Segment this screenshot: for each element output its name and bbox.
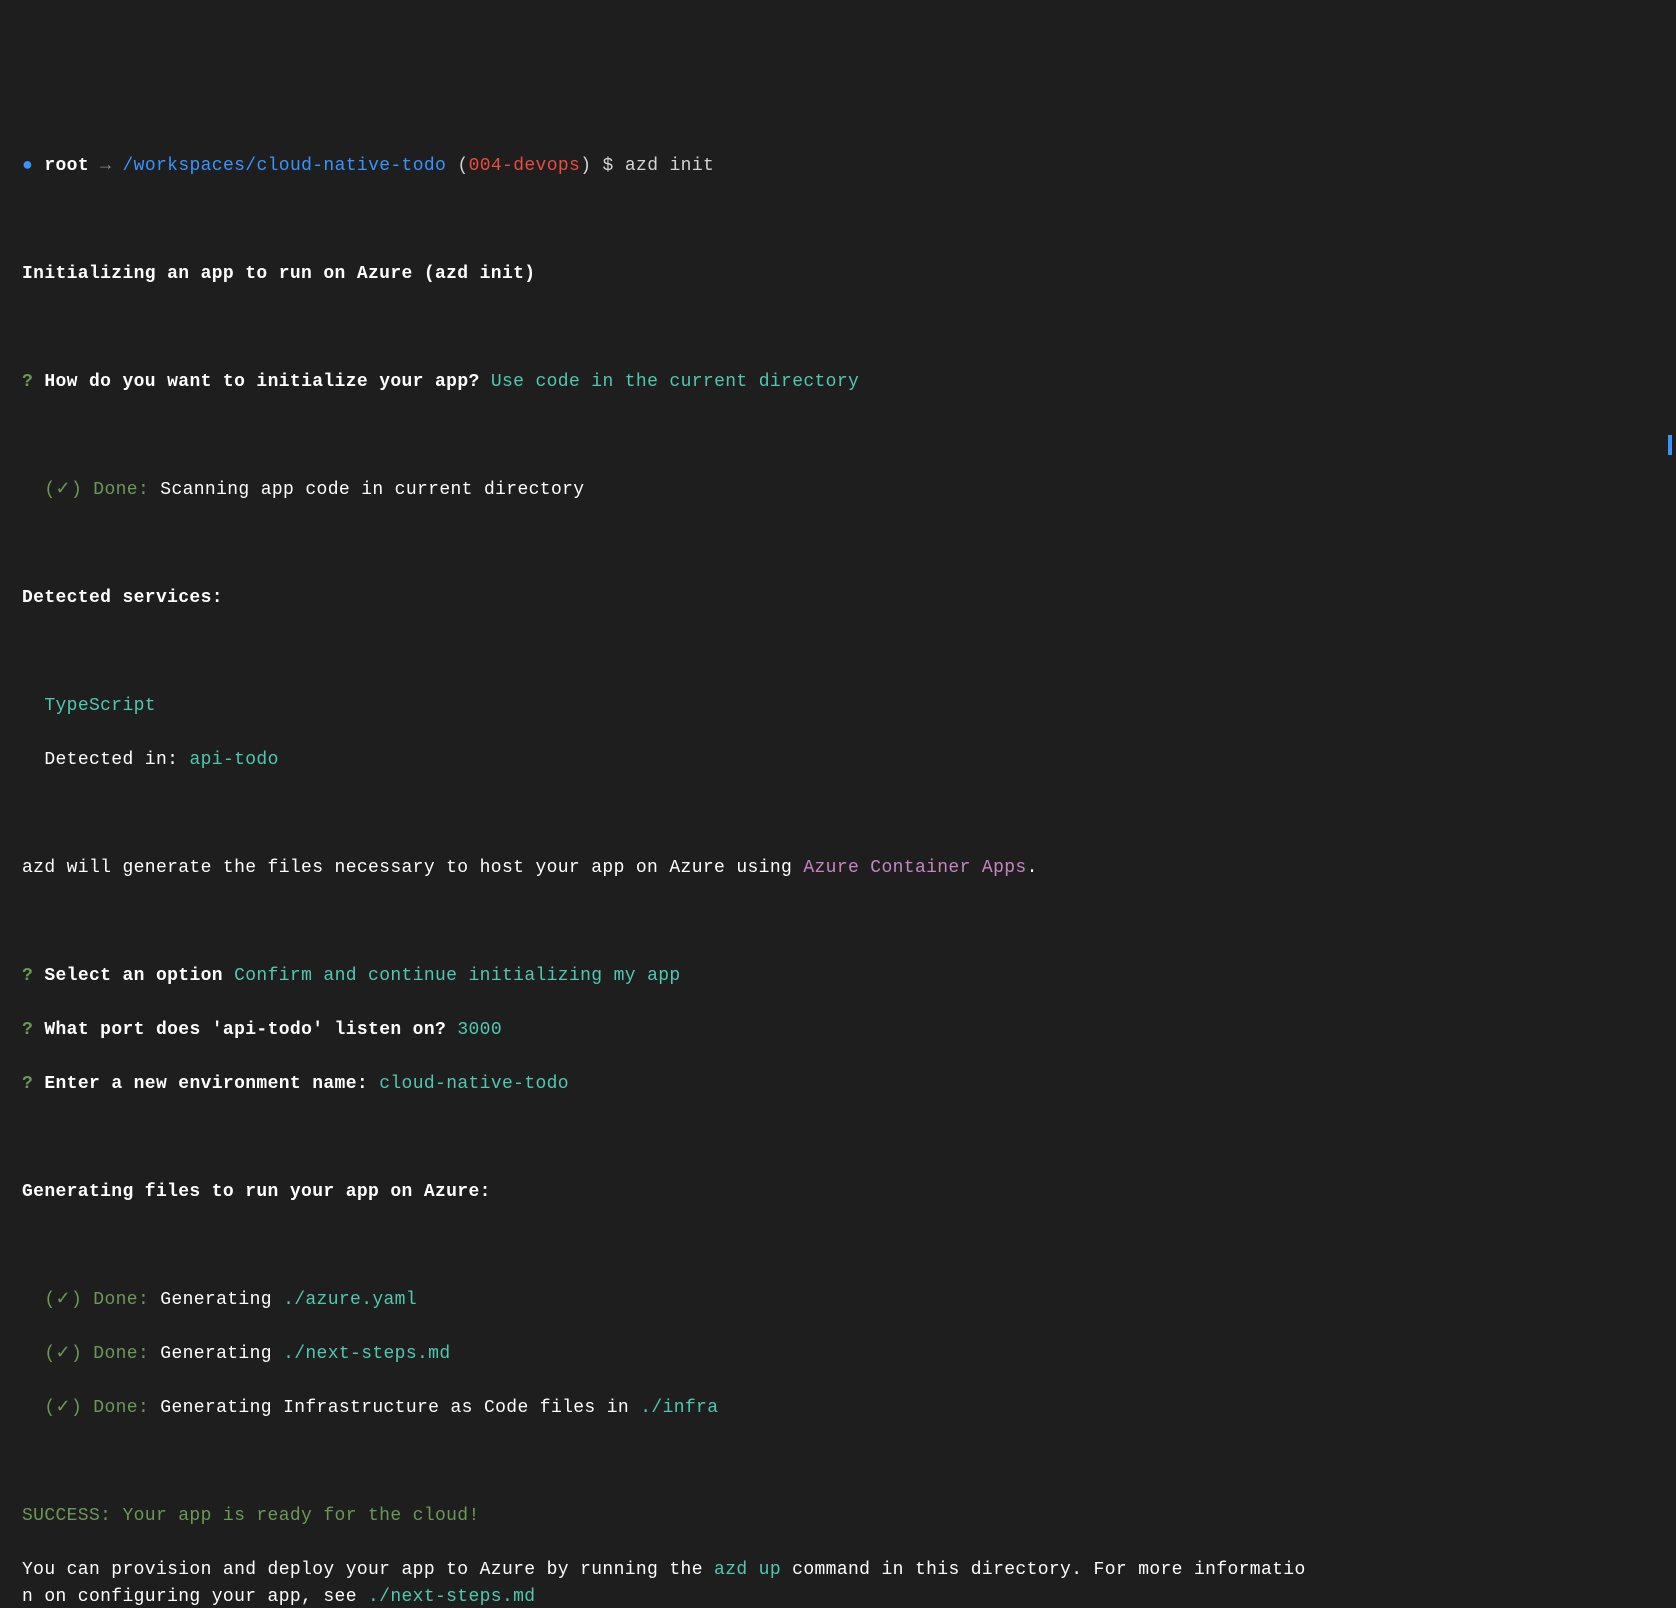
check-icon: ✓ bbox=[56, 1398, 71, 1418]
gen1-label: Generating bbox=[160, 1290, 283, 1310]
q4-text: Enter a new environment name: bbox=[44, 1074, 368, 1094]
check-close-paren: ) bbox=[71, 1398, 82, 1418]
command-text: azd init bbox=[625, 156, 714, 176]
prompt-symbol: $ bbox=[603, 156, 614, 176]
question-mark-icon: ? bbox=[22, 966, 33, 986]
q2-answer: Confirm and continue initializing my app bbox=[234, 966, 680, 986]
branch-close-paren: ) bbox=[580, 156, 591, 176]
footer-cmd: azd up bbox=[714, 1560, 781, 1580]
detected-services-header: Detected services: bbox=[22, 588, 223, 608]
q3-text: What port does 'api-todo' listen on? bbox=[44, 1020, 446, 1040]
gen3-file: ./infra bbox=[640, 1398, 718, 1418]
branch-open-paren: ( bbox=[457, 156, 468, 176]
check-open-paren: ( bbox=[44, 1290, 55, 1310]
prompt-path: /workspaces/cloud-native-todo bbox=[123, 156, 447, 176]
arrow-icon: → bbox=[100, 156, 111, 176]
question-mark-icon: ? bbox=[22, 1074, 33, 1094]
gen2-label: Generating bbox=[160, 1344, 283, 1364]
scrollbar-indicator-icon bbox=[1668, 435, 1672, 455]
prompt-bullet-icon: ● bbox=[22, 156, 33, 176]
init-header: Initializing an app to run on Azure (azd… bbox=[22, 264, 535, 284]
terminal-output[interactable]: ● root → /workspaces/cloud-native-todo (… bbox=[22, 126, 1654, 1608]
check-open-paren: ( bbox=[44, 1344, 55, 1364]
q2-text: Select an option bbox=[44, 966, 223, 986]
footer-pre: You can provision and deploy your app to… bbox=[22, 1560, 714, 1580]
prompt-branch: 004-devops bbox=[469, 156, 581, 176]
check-icon: ✓ bbox=[56, 480, 71, 500]
done-label: Done: bbox=[93, 1344, 149, 1364]
detected-in-value: api-todo bbox=[189, 750, 278, 770]
check-close-paren: ) bbox=[71, 480, 82, 500]
check-close-paren: ) bbox=[71, 1290, 82, 1310]
gen-notice-emph: Azure Container Apps bbox=[803, 858, 1026, 878]
gen3-mid: Infrastructure as Code files in bbox=[283, 1398, 640, 1418]
done-label: Done: bbox=[93, 1398, 149, 1418]
gen-notice-pre: azd will generate the files necessary to… bbox=[22, 858, 803, 878]
q1-answer: Use code in the current directory bbox=[491, 372, 859, 392]
prompt-line: ● root → /workspaces/cloud-native-todo (… bbox=[22, 153, 1654, 180]
check-open-paren: ( bbox=[44, 480, 55, 500]
question-mark-icon: ? bbox=[22, 372, 33, 392]
check-open-paren: ( bbox=[44, 1398, 55, 1418]
gen2-file: ./next-steps.md bbox=[283, 1344, 450, 1364]
success-message: SUCCESS: Your app is ready for the cloud… bbox=[22, 1506, 480, 1526]
detected-in-label: Detected in: bbox=[44, 750, 178, 770]
done-label: Done: bbox=[93, 480, 149, 500]
check-icon: ✓ bbox=[56, 1344, 71, 1364]
generating-header: Generating files to run your app on Azur… bbox=[22, 1182, 491, 1202]
check-close-paren: ) bbox=[71, 1344, 82, 1364]
done-label: Done: bbox=[93, 1290, 149, 1310]
gen-notice-post: . bbox=[1027, 858, 1038, 878]
footer-file: ./next-steps.md bbox=[368, 1587, 535, 1607]
prompt-user: root bbox=[44, 156, 89, 176]
q1-text: How do you want to initialize your app? bbox=[44, 372, 479, 392]
q3-answer: 3000 bbox=[457, 1020, 502, 1040]
question-mark-icon: ? bbox=[22, 1020, 33, 1040]
scan-text: Scanning app code in current directory bbox=[160, 480, 584, 500]
check-icon: ✓ bbox=[56, 1290, 71, 1310]
q4-answer: cloud-native-todo bbox=[379, 1074, 569, 1094]
gen3-label: Generating bbox=[160, 1398, 283, 1418]
service-language: TypeScript bbox=[44, 696, 156, 716]
gen1-file: ./azure.yaml bbox=[283, 1290, 417, 1310]
